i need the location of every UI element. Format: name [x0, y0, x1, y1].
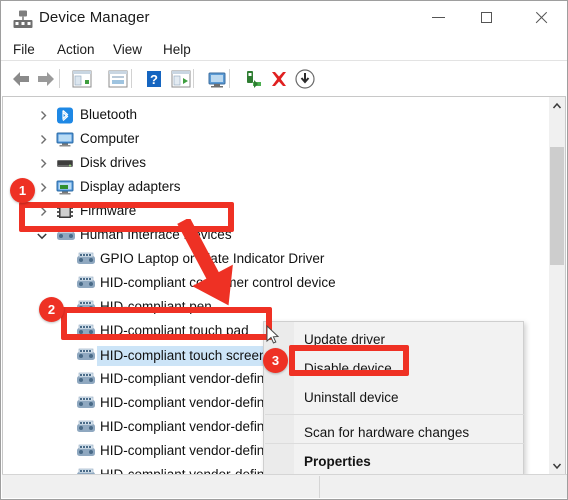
device-manager-icon [13, 10, 33, 29]
help-icon[interactable]: ? [142, 67, 166, 91]
update-driver-download-icon[interactable] [293, 67, 317, 91]
toolbar-separator [59, 69, 60, 88]
highlight-disable-device [289, 345, 409, 376]
hid-icon [76, 275, 95, 292]
annotation-badge-2: 2 [39, 297, 64, 322]
status-bar [2, 474, 567, 498]
disable-device-icon[interactable] [241, 67, 265, 91]
scroll-down-button[interactable] [549, 457, 565, 474]
menu-item-uninstall-device[interactable]: Uninstall device [264, 383, 523, 412]
close-icon [535, 11, 548, 24]
vertical-scrollbar[interactable] [549, 96, 566, 475]
window-title: Device Manager [39, 9, 150, 26]
uninstall-device-icon[interactable] [267, 67, 291, 91]
scroll-up-button[interactable] [549, 97, 565, 114]
toolbar: ? [1, 62, 567, 95]
tree-item-label: GPIO Laptop or Slate Indicator Driver [100, 251, 325, 266]
minimize-icon [431, 17, 445, 18]
highlight-human-interface-devices [19, 202, 234, 232]
update-driver-icon[interactable] [169, 67, 193, 91]
context-menu-separator [265, 443, 524, 444]
tree-item-label: Bluetooth [80, 107, 138, 122]
tree-item-computer[interactable]: Computer [3, 127, 537, 151]
tree-item-label: HID-compliant vendor-defin [100, 395, 265, 410]
tree-item-label: Display adapters [80, 179, 181, 194]
mouse-pointer-icon [266, 324, 280, 345]
menu-item-label: Properties [304, 454, 371, 469]
display-adapter-icon [56, 179, 74, 196]
tree-item-label: Disk drives [80, 155, 147, 170]
tree-item-label: HID-compliant vendor-defin [100, 443, 265, 458]
status-bar-divider [319, 476, 320, 498]
tree-item-gpio-indicator[interactable]: GPIO Laptop or Slate Indicator Driver [3, 247, 537, 271]
chevron-right-icon[interactable] [38, 182, 49, 193]
menu-action[interactable]: Action [55, 40, 97, 59]
maximize-button[interactable] [463, 1, 509, 34]
menu-item-properties[interactable]: Properties [264, 447, 523, 476]
annotation-badge-3: 3 [263, 348, 288, 373]
menu-file[interactable]: File [11, 40, 37, 59]
chevron-right-icon[interactable] [38, 134, 49, 145]
tree-item-label: HID-compliant consumer control device [100, 275, 336, 290]
tree-item-label: Computer [80, 131, 140, 146]
highlight-touch-screen [61, 307, 272, 340]
tree-item-label: HID-compliant touch screen [97, 346, 270, 366]
properties-window-icon[interactable] [106, 67, 130, 91]
tree-item-display-adapters[interactable]: Display adapters [3, 175, 537, 199]
toolbar-separator [193, 69, 194, 88]
tree-item-consumer-control[interactable]: HID-compliant consumer control device [3, 271, 537, 295]
toolbar-separator [229, 69, 230, 88]
hid-icon [76, 443, 95, 460]
tree-item-bluetooth[interactable]: Bluetooth [3, 103, 537, 127]
title-bar: Device Manager [1, 1, 567, 37]
show-hide-console-tree-icon[interactable] [70, 67, 94, 91]
forward-arrow-icon[interactable] [34, 67, 58, 91]
hid-icon [76, 347, 95, 364]
hid-icon [76, 419, 95, 436]
computer-icon [56, 131, 74, 148]
back-arrow-icon[interactable] [9, 67, 33, 91]
menu-help[interactable]: Help [161, 40, 193, 59]
toolbar-separator [131, 69, 132, 88]
annotation-badge-1: 1 [10, 178, 35, 203]
tree-item-disk-drives[interactable]: Disk drives [3, 151, 537, 175]
bluetooth-icon [56, 107, 74, 124]
disk-drive-icon [56, 155, 74, 172]
maximize-icon [480, 12, 492, 23]
hid-icon [76, 371, 95, 388]
device-manager-window: Device Manager File Action View Help ? B… [0, 0, 568, 500]
menu-bar: File Action View Help [1, 37, 567, 61]
scan-hardware-changes-icon[interactable] [205, 67, 229, 91]
menu-item-label: Scan for hardware changes [304, 425, 470, 440]
hid-icon [76, 251, 95, 268]
close-button[interactable] [518, 1, 564, 34]
chevron-right-icon[interactable] [38, 158, 49, 169]
chevron-right-icon[interactable] [38, 110, 49, 121]
scrollbar-thumb[interactable] [550, 147, 564, 265]
tree-item-label: HID-compliant vendor-defin [100, 419, 265, 434]
menubar-divider [1, 60, 567, 61]
minimize-button[interactable] [415, 1, 461, 34]
svg-text:?: ? [150, 72, 158, 87]
context-menu-separator [265, 414, 524, 415]
menu-view[interactable]: View [111, 40, 144, 59]
hid-icon [76, 395, 95, 412]
menu-item-label: Uninstall device [304, 390, 399, 405]
tree-item-label: HID-compliant vendor-defin [100, 371, 265, 386]
